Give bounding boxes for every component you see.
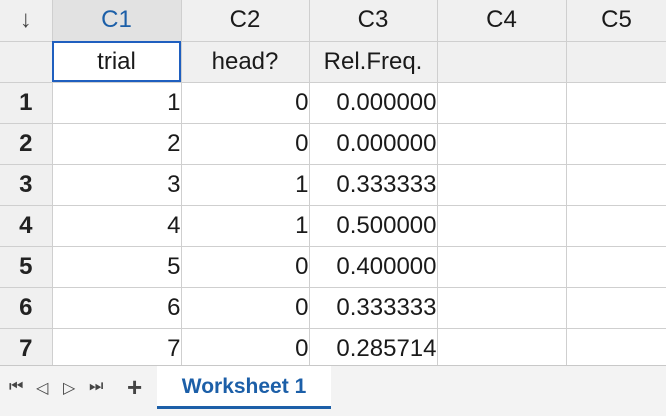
column-header-c4[interactable]: C4 [437, 0, 567, 42]
column-header-c3[interactable]: C3 [309, 0, 438, 42]
table-row: 7 7 0 0.285714 [0, 328, 666, 365]
cell-trial[interactable]: 4 [52, 205, 182, 247]
cell-c5[interactable] [566, 287, 666, 329]
cell-trial[interactable]: 1 [52, 82, 182, 124]
cell-c4[interactable] [437, 82, 567, 124]
cell-c5[interactable] [566, 123, 666, 165]
cell-trial[interactable]: 7 [52, 328, 182, 365]
worksheet-grid[interactable]: ↓ C1 C2 C3 C4 C5 trial head? Rel.Freq. 1… [0, 0, 666, 365]
cell-trial[interactable]: 5 [52, 246, 182, 288]
cell-rel-freq[interactable]: 0.500000 [309, 205, 438, 247]
row-number[interactable]: 1 [0, 82, 53, 124]
table-row: 5 5 0 0.400000 [0, 246, 666, 288]
row-number[interactable]: 6 [0, 287, 53, 329]
cell-head[interactable]: 0 [181, 328, 310, 365]
table-row: 6 6 0 0.333333 [0, 287, 666, 329]
column-name-c3[interactable]: Rel.Freq. [309, 41, 438, 83]
sort-corner-icon[interactable]: ↓ [0, 0, 53, 42]
row-number[interactable]: 2 [0, 123, 53, 165]
data-table: ↓ C1 C2 C3 C4 C5 trial head? Rel.Freq. 1… [0, 0, 666, 365]
cell-c5[interactable] [566, 246, 666, 288]
cell-c5[interactable] [566, 82, 666, 124]
cell-c5[interactable] [566, 205, 666, 247]
cell-head[interactable]: 1 [181, 205, 310, 247]
row-number[interactable]: 3 [0, 164, 53, 206]
column-header-c1[interactable]: C1 [52, 0, 182, 42]
row-number[interactable]: 7 [0, 328, 53, 365]
cell-trial[interactable]: 6 [52, 287, 182, 329]
cell-c4[interactable] [437, 246, 567, 288]
cell-c5[interactable] [566, 164, 666, 206]
table-row: 4 4 1 0.500000 [0, 205, 666, 247]
sheet-tab-bar: ⏮ ◁ ▷ ⏭ + Worksheet 1 [0, 365, 666, 416]
row-number[interactable]: 5 [0, 246, 53, 288]
row-number[interactable]: 4 [0, 205, 53, 247]
cell-c4[interactable] [437, 164, 567, 206]
cell-c4[interactable] [437, 205, 567, 247]
column-name-c5[interactable] [566, 41, 666, 83]
cell-rel-freq[interactable]: 0.285714 [309, 328, 438, 365]
cell-c5[interactable] [566, 328, 666, 365]
column-name-row: trial head? Rel.Freq. [0, 41, 666, 83]
cell-rel-freq[interactable]: 0.000000 [309, 82, 438, 124]
cell-head[interactable]: 1 [181, 164, 310, 206]
cell-rel-freq[interactable]: 0.333333 [309, 164, 438, 206]
table-row: 2 2 0 0.000000 [0, 123, 666, 165]
cell-trial[interactable]: 2 [52, 123, 182, 165]
table-row: 1 1 0 0.000000 [0, 82, 666, 124]
cell-head[interactable]: 0 [181, 123, 310, 165]
next-sheet-icon[interactable]: ▷ [63, 378, 75, 398]
add-worksheet-button[interactable]: + [127, 372, 142, 403]
cell-rel-freq[interactable]: 0.400000 [309, 246, 438, 288]
previous-sheet-icon[interactable]: ◁ [36, 378, 48, 398]
table-row: 3 3 1 0.333333 [0, 164, 666, 206]
first-sheet-icon[interactable]: ⏮ [9, 378, 23, 396]
column-header-c5[interactable]: C5 [566, 0, 666, 42]
last-sheet-icon[interactable]: ⏭ [89, 378, 103, 396]
cell-c4[interactable] [437, 287, 567, 329]
column-header-c2[interactable]: C2 [181, 0, 310, 42]
column-name-c4[interactable] [437, 41, 567, 83]
cell-head[interactable]: 0 [181, 82, 310, 124]
name-row-corner [0, 41, 53, 83]
column-header-row: ↓ C1 C2 C3 C4 C5 [0, 0, 666, 42]
cell-c4[interactable] [437, 328, 567, 365]
cell-rel-freq[interactable]: 0.000000 [309, 123, 438, 165]
column-name-c2[interactable]: head? [181, 41, 310, 83]
cell-rel-freq[interactable]: 0.333333 [309, 287, 438, 329]
cell-c4[interactable] [437, 123, 567, 165]
column-name-c1[interactable]: trial [52, 41, 182, 83]
cell-head[interactable]: 0 [181, 246, 310, 288]
cell-trial[interactable]: 3 [52, 164, 182, 206]
cell-head[interactable]: 0 [181, 287, 310, 329]
tab-worksheet-1[interactable]: Worksheet 1 [157, 366, 331, 409]
